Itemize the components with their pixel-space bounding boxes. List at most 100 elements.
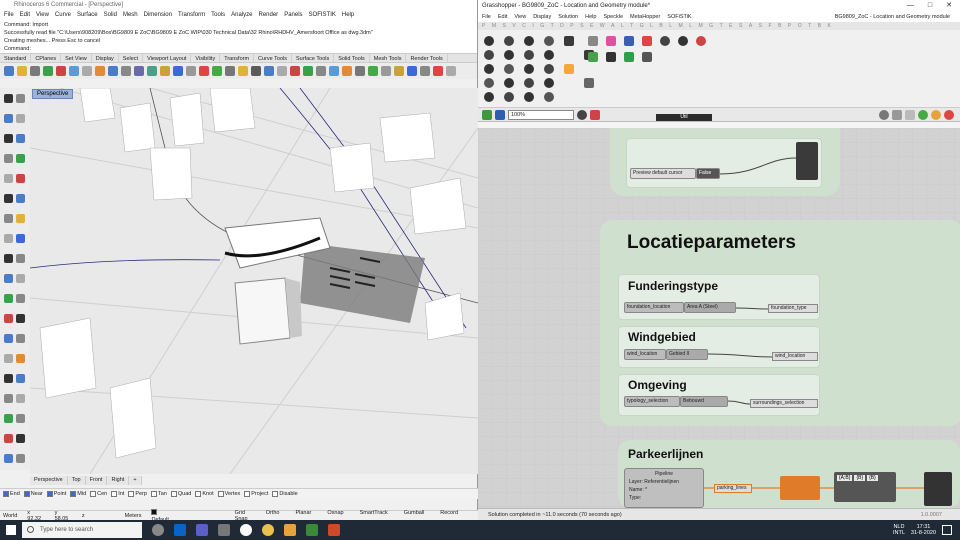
left-tool-button[interactable] xyxy=(4,414,13,423)
category-tab[interactable]: P xyxy=(570,23,573,29)
category-tab[interactable]: S xyxy=(580,23,583,29)
cplane-label[interactable]: World xyxy=(3,513,17,519)
toolbar-button[interactable] xyxy=(199,66,209,76)
menu-item-mesh[interactable]: Mesh xyxy=(123,10,138,21)
component-icon[interactable] xyxy=(660,36,670,46)
toolbar-button[interactable] xyxy=(147,66,157,76)
category-label-util[interactable]: Util xyxy=(656,114,712,121)
checkbox[interactable] xyxy=(111,491,118,497)
category-tab[interactable]: M xyxy=(679,23,683,29)
toolbar-button[interactable] xyxy=(381,66,391,76)
toolbar-tab-display[interactable]: Display xyxy=(92,54,119,62)
left-tool-button[interactable] xyxy=(4,174,13,183)
toolbar-tab-transform[interactable]: Transform xyxy=(220,54,255,62)
menu-item-file[interactable]: File xyxy=(4,10,14,21)
toolbar-button[interactable] xyxy=(264,66,274,76)
wireframe-icon[interactable] xyxy=(892,109,902,120)
component-icon[interactable] xyxy=(544,36,554,46)
view-tab-front[interactable]: Front xyxy=(86,476,108,485)
left-tool-button[interactable] xyxy=(16,254,25,263)
component-icon[interactable] xyxy=(504,64,514,74)
category-tab[interactable]: C xyxy=(522,23,526,29)
toolbar-button[interactable] xyxy=(4,66,14,76)
left-tool-button[interactable] xyxy=(4,294,13,303)
category-tab[interactable]: S xyxy=(739,23,742,29)
component-icon[interactable] xyxy=(584,78,594,88)
toolbar-button[interactable] xyxy=(407,66,417,76)
checkbox[interactable] xyxy=(244,491,251,497)
menu-item-curve[interactable]: Curve xyxy=(55,10,71,21)
left-tool-button[interactable] xyxy=(4,134,13,143)
toolbar-button[interactable] xyxy=(329,66,339,76)
left-tool-button[interactable] xyxy=(4,274,13,283)
component-icon[interactable] xyxy=(624,52,634,62)
component-icon[interactable] xyxy=(484,50,494,60)
toolbar-tab-viewport-layout[interactable]: Viewport Layout xyxy=(143,54,192,62)
toolbar-button[interactable] xyxy=(225,66,235,76)
left-tool-button[interactable] xyxy=(16,174,25,183)
file-explorer-icon[interactable] xyxy=(284,524,296,536)
save-file-icon[interactable] xyxy=(495,109,505,120)
left-tool-button[interactable] xyxy=(16,114,25,123)
notifications-icon[interactable] xyxy=(942,525,952,535)
bake-icon[interactable] xyxy=(944,109,954,120)
toolbar-button[interactable] xyxy=(355,66,365,76)
osnap-point[interactable]: Point xyxy=(46,491,66,497)
left-tool-button[interactable] xyxy=(16,394,25,403)
component-icon[interactable] xyxy=(484,78,494,88)
osnap-quad[interactable]: Quad xyxy=(170,491,191,497)
osnap-end[interactable]: End xyxy=(3,491,20,497)
windows-start-icon[interactable] xyxy=(6,525,16,535)
category-tab[interactable]: L xyxy=(621,23,624,29)
checkbox[interactable] xyxy=(23,491,30,497)
component-icon[interactable] xyxy=(524,36,534,46)
toolbar-button[interactable] xyxy=(433,66,443,76)
toolbar-button[interactable] xyxy=(43,66,53,76)
toolbar-button[interactable] xyxy=(160,66,170,76)
component-icon[interactable] xyxy=(484,92,494,102)
powerpoint-icon[interactable] xyxy=(328,524,340,536)
category-tab[interactable]: E xyxy=(590,23,593,29)
left-tool-button[interactable] xyxy=(4,194,13,203)
component-icon[interactable] xyxy=(696,36,706,46)
category-tab[interactable]: O xyxy=(798,23,802,29)
component-icon[interactable] xyxy=(524,50,534,60)
toolbar-button[interactable] xyxy=(82,66,92,76)
clock[interactable]: 17:31 31-8-2020 xyxy=(911,524,936,536)
left-tool-button[interactable] xyxy=(16,94,25,103)
osnap-mid[interactable]: Mid xyxy=(70,491,86,497)
menu-item-view[interactable]: View xyxy=(36,10,49,21)
toolbar-button[interactable] xyxy=(251,66,261,76)
toolbar-button[interactable] xyxy=(30,66,40,76)
component-icon[interactable] xyxy=(524,92,534,102)
category-tab[interactable]: E xyxy=(729,23,732,29)
toolbar-tab-solid-tools[interactable]: Solid Tools xyxy=(334,54,370,62)
category-tab[interactable]: A xyxy=(611,23,614,29)
menu-item-edit[interactable]: Edit xyxy=(20,10,30,21)
left-tool-button[interactable] xyxy=(4,434,13,443)
category-tab[interactable]: P xyxy=(482,23,485,29)
gh-menu-file[interactable]: File xyxy=(482,12,491,22)
gh-menu-sofistik[interactable]: SOFiSTiK xyxy=(667,12,691,22)
perspective-viewport[interactable]: Perspective xyxy=(30,88,478,474)
osnap-disable[interactable]: Disable xyxy=(272,491,298,497)
toolbar-button[interactable] xyxy=(212,66,222,76)
task-view-icon[interactable] xyxy=(152,524,164,536)
category-tab[interactable]: G xyxy=(540,23,544,29)
toolbar-button[interactable] xyxy=(290,66,300,76)
category-tab[interactable]: S xyxy=(503,23,506,29)
checkbox[interactable] xyxy=(170,491,177,497)
left-tool-button[interactable] xyxy=(4,314,13,323)
left-tool-button[interactable] xyxy=(16,234,25,243)
component-icon[interactable] xyxy=(544,64,554,74)
osnap-vertex[interactable]: Vertex xyxy=(217,491,240,497)
component-icon[interactable] xyxy=(504,36,514,46)
category-tab[interactable]: V xyxy=(512,23,515,29)
toolbar-button[interactable] xyxy=(277,66,287,76)
maximize-icon[interactable]: □ xyxy=(928,0,932,12)
menu-item-tools[interactable]: Tools xyxy=(211,10,225,21)
view-tab-add[interactable]: + xyxy=(129,476,142,485)
category-tab[interactable]: L xyxy=(669,23,672,29)
left-tool-button[interactable] xyxy=(16,314,25,323)
left-tool-button[interactable] xyxy=(16,214,25,223)
